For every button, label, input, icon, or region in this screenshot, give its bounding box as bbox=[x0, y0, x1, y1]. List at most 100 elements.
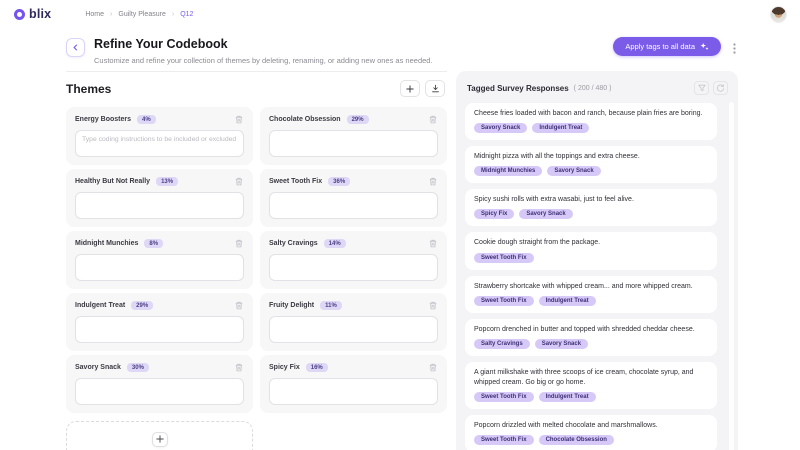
back-button[interactable] bbox=[66, 38, 85, 57]
logo-text: blix bbox=[29, 7, 52, 21]
theme-instructions-input[interactable] bbox=[75, 316, 244, 343]
responses-count: ( 200 / 480 ) bbox=[573, 84, 612, 92]
theme-percent-badge: 29% bbox=[131, 301, 154, 310]
theme-instructions-input[interactable] bbox=[75, 378, 244, 405]
delete-theme-button[interactable] bbox=[234, 176, 244, 187]
trash-icon bbox=[235, 174, 243, 189]
app-logo[interactable]: blix bbox=[14, 7, 51, 21]
filter-responses-button[interactable] bbox=[694, 81, 709, 95]
theme-instructions-input[interactable] bbox=[75, 130, 244, 157]
trash-icon bbox=[235, 298, 243, 313]
themes-grid: Energy Boosters 4% Chocolate Obsession 2… bbox=[66, 107, 447, 413]
theme-name: Sweet Tooth Fix bbox=[269, 178, 323, 185]
response-text: A giant milkshake with three scoops of i… bbox=[474, 368, 694, 386]
filter-icon bbox=[697, 84, 706, 92]
responses-scrollbar[interactable] bbox=[729, 102, 734, 450]
theme-instructions-input[interactable] bbox=[269, 130, 438, 157]
export-themes-button[interactable] bbox=[425, 80, 445, 97]
response-tags: Sweet Tooth Fix Indulgent Treat bbox=[474, 392, 708, 403]
response-text: Midnight pizza with all the toppings and… bbox=[474, 153, 640, 161]
page-header: Refine Your Codebook Customize and refin… bbox=[66, 37, 738, 65]
response-card: Midnight pizza with all the toppings and… bbox=[465, 146, 717, 184]
delete-theme-button[interactable] bbox=[428, 114, 438, 125]
response-tag: Savory Snack bbox=[519, 209, 573, 220]
chevron-left-icon bbox=[72, 44, 79, 51]
response-text: Cookie dough straight from the package. bbox=[474, 239, 601, 247]
theme-name: Healthy But Not Really bbox=[75, 178, 151, 185]
theme-instructions-input[interactable] bbox=[269, 254, 438, 281]
theme-card: Sweet Tooth Fix 36% bbox=[260, 169, 447, 227]
main-content: Themes Energy Boosters 4% Type coding in… bbox=[66, 71, 738, 450]
theme-card: Healthy But Not Really 13% bbox=[66, 169, 253, 227]
sparkles-icon bbox=[700, 42, 709, 51]
user-avatar[interactable] bbox=[771, 6, 786, 22]
delete-theme-button[interactable] bbox=[234, 114, 244, 125]
theme-name: Energy Boosters bbox=[75, 116, 132, 123]
more-options-button[interactable] bbox=[731, 41, 738, 56]
response-text: Popcorn drenched in butter and topped wi… bbox=[474, 325, 695, 333]
theme-instructions-input[interactable] bbox=[75, 192, 244, 219]
theme-instructions-input[interactable] bbox=[269, 192, 438, 219]
page-subtitle: Customize and refine your collection of … bbox=[94, 56, 433, 65]
delete-theme-button[interactable] bbox=[234, 362, 244, 373]
response-tag: Sweet Tooth Fix bbox=[474, 295, 534, 306]
theme-card: Midnight Munchies 8% bbox=[66, 231, 253, 289]
response-tags: Sweet Tooth Fix Indulgent Treat bbox=[474, 295, 708, 306]
theme-card: Savory Snack 30% bbox=[66, 355, 253, 413]
themes-section: Themes Energy Boosters 4% Type coding in… bbox=[66, 71, 447, 450]
delete-theme-button[interactable] bbox=[428, 176, 438, 187]
response-text: Popcorn drizzled with melted chocolate a… bbox=[474, 422, 658, 430]
topbar: blix Home › Guilty Pleasure › Q12 bbox=[0, 0, 800, 28]
theme-card: Spicy Fix 16% bbox=[260, 355, 447, 413]
theme-name: Fruity Delight bbox=[269, 302, 315, 309]
breadcrumb-current[interactable]: Q12 bbox=[180, 11, 193, 18]
theme-instructions-input[interactable] bbox=[75, 254, 244, 281]
themes-title: Themes bbox=[66, 81, 112, 96]
theme-instructions-input[interactable] bbox=[269, 316, 438, 343]
delete-theme-button[interactable] bbox=[428, 362, 438, 373]
theme-name: Savory Snack bbox=[75, 364, 121, 371]
response-tag: Savory Snack bbox=[534, 338, 589, 349]
response-tag: Sweet Tooth Fix bbox=[474, 435, 534, 446]
theme-name: Midnight Munchies bbox=[75, 240, 139, 247]
response-tag: Indulgent Treat bbox=[538, 392, 596, 403]
trash-icon bbox=[235, 112, 243, 127]
delete-theme-button[interactable] bbox=[428, 238, 438, 249]
breadcrumb-home[interactable]: Home bbox=[85, 11, 104, 18]
response-tag: Salty Cravings bbox=[474, 338, 530, 349]
tagged-responses-panel: Tagged Survey Responses ( 200 / 480 ) Ch… bbox=[456, 71, 738, 450]
theme-name: Spicy Fix bbox=[269, 364, 300, 371]
trash-icon bbox=[235, 236, 243, 251]
response-tags: Spicy Fix Savory Snack bbox=[474, 209, 708, 220]
trash-icon bbox=[429, 360, 437, 375]
response-tag: Chocolate Obsession bbox=[538, 435, 614, 446]
response-tags: Sweet Tooth Fix bbox=[474, 252, 708, 263]
theme-card: Salty Cravings 14% bbox=[260, 231, 447, 289]
theme-instructions-input[interactable] bbox=[269, 378, 438, 405]
add-theme-toolbar-button[interactable] bbox=[400, 80, 420, 97]
breadcrumb-project[interactable]: Guilty Pleasure bbox=[118, 11, 165, 18]
add-new-theme-card[interactable]: Add a New Theme bbox=[66, 421, 253, 450]
page-title: Refine Your Codebook bbox=[94, 37, 228, 51]
trash-icon bbox=[429, 298, 437, 313]
theme-percent-badge: 11% bbox=[320, 301, 342, 310]
delete-theme-button[interactable] bbox=[234, 300, 244, 311]
theme-card: Indulgent Treat 29% bbox=[66, 293, 253, 351]
delete-theme-button[interactable] bbox=[234, 238, 244, 249]
theme-percent-badge: 16% bbox=[305, 363, 328, 372]
responses-panel-title: Tagged Survey Responses bbox=[467, 83, 569, 93]
response-tag: Sweet Tooth Fix bbox=[474, 392, 534, 403]
refresh-responses-button[interactable] bbox=[713, 81, 728, 95]
breadcrumb-separator: › bbox=[171, 10, 175, 18]
apply-tags-button[interactable]: Apply tags to all data bbox=[613, 37, 721, 56]
theme-percent-badge: 36% bbox=[328, 177, 351, 186]
delete-theme-button[interactable] bbox=[428, 300, 438, 311]
theme-card: Fruity Delight 11% bbox=[260, 293, 447, 351]
response-tags: Midnight Munchies Savory Snack bbox=[474, 166, 708, 177]
trash-icon bbox=[429, 236, 437, 251]
refresh-icon bbox=[716, 83, 725, 93]
response-card: Strawberry shortcake with whipped cream.… bbox=[465, 275, 717, 313]
response-text: Spicy sushi rolls with extra wasabi, jus… bbox=[474, 196, 634, 204]
theme-percent-badge: 29% bbox=[346, 115, 369, 124]
theme-name: Indulgent Treat bbox=[75, 302, 126, 309]
